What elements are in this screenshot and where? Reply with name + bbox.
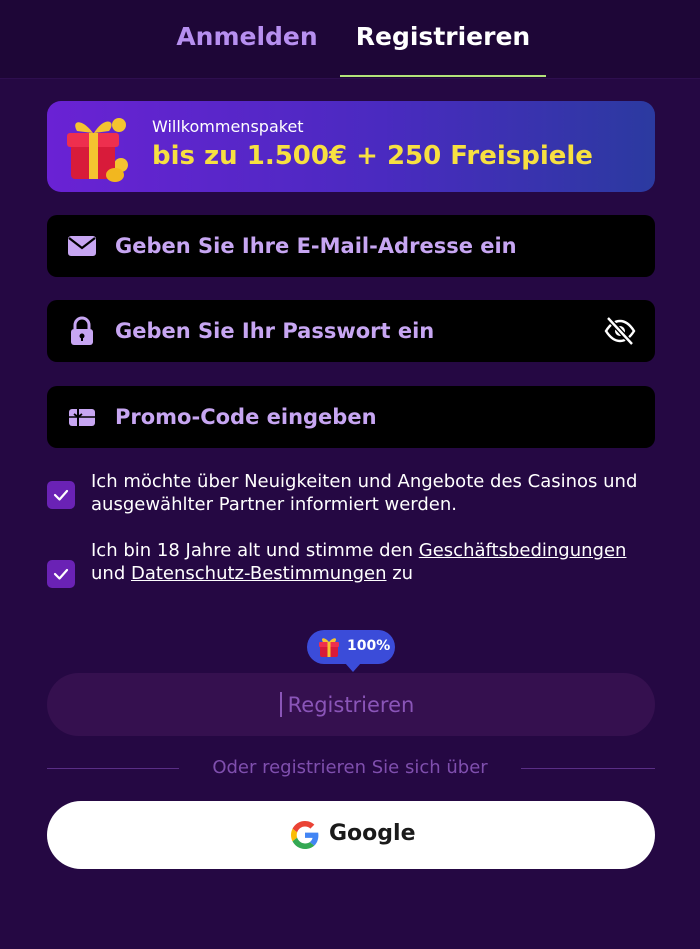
promo-code-field[interactable]: [47, 386, 655, 448]
bonus-badge: 100%: [307, 630, 395, 672]
welcome-bonus-banner: Willkommenspaket bis zu 1.500€ + 250 Fre…: [47, 101, 655, 192]
tab-login[interactable]: Anmelden: [176, 22, 318, 51]
lock-icon: [71, 316, 93, 345]
envelope-icon: [68, 236, 96, 256]
email-field[interactable]: [47, 215, 655, 277]
register-button[interactable]: Registrieren: [47, 673, 655, 736]
checkmark-icon: [53, 489, 69, 501]
terms-text-middle: und: [91, 562, 131, 584]
auth-tab-bar: Anmelden Registrieren: [0, 0, 700, 79]
privacy-link[interactable]: Datenschutz-Bestimmungen: [131, 563, 387, 584]
newsletter-consent-text: Ich möchte über Neuigkeiten und Angebote…: [91, 471, 638, 515]
active-tab-indicator: [340, 75, 546, 77]
ticket-icon: [69, 409, 95, 426]
eye-off-icon[interactable]: [603, 314, 637, 348]
password-field[interactable]: [47, 300, 655, 362]
password-input[interactable]: [115, 300, 585, 362]
terms-checkbox[interactable]: [47, 560, 75, 588]
promo-code-input[interactable]: [115, 386, 585, 448]
newsletter-checkbox[interactable]: [47, 481, 75, 509]
social-divider-text: Oder registrieren Sie sich über: [212, 757, 488, 778]
gift-icon: [319, 638, 339, 657]
divider-line-left: [47, 768, 179, 769]
terms-text-before: Ich bin 18 Jahre alt und stimme den: [91, 540, 419, 561]
bonus-percent: 100%: [347, 638, 391, 654]
terms-link[interactable]: Geschäftsbedingungen: [419, 540, 627, 561]
terms-consent-text: Ich bin 18 Jahre alt und stimme den Gesc…: [91, 540, 656, 585]
divider-line-right: [521, 768, 655, 769]
google-icon: [291, 821, 319, 849]
promo-title: bis zu 1.500€ + 250 Freispiele: [152, 141, 593, 171]
google-button-label: Google: [329, 821, 416, 846]
email-input[interactable]: [115, 215, 585, 277]
text-cursor: [280, 692, 282, 717]
checkmark-icon: [53, 568, 69, 580]
tab-register[interactable]: Registrieren: [340, 22, 546, 51]
terms-text-after: zu: [386, 562, 414, 584]
google-signup-button[interactable]: Google: [47, 801, 655, 869]
gift-icon: [67, 118, 128, 182]
promo-subtitle: Willkommenspaket: [152, 117, 304, 136]
